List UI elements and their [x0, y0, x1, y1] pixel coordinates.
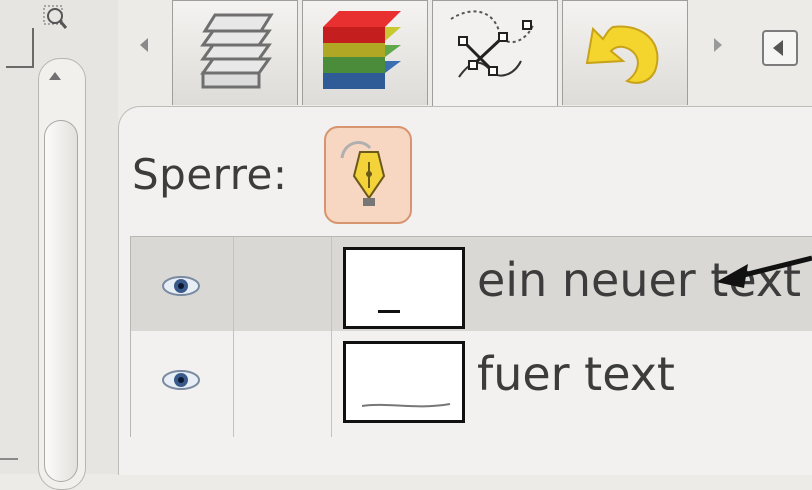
divider [0, 458, 18, 476]
paths-icon [450, 10, 534, 78]
tab-paths[interactable] [432, 0, 558, 111]
pen-nib-icon [340, 141, 386, 206]
path-thumbnail [343, 247, 465, 329]
rgb-channels-icon [323, 11, 401, 89]
column-divider [233, 237, 234, 437]
tab-menu-button[interactable] [762, 30, 798, 66]
tab-scroll-left-icon[interactable] [140, 38, 148, 52]
eye-visibility-icon[interactable] [161, 275, 201, 297]
tab-undo-history[interactable] [562, 0, 688, 105]
column-divider [331, 237, 332, 437]
tab-layers[interactable] [172, 0, 298, 105]
path-name[interactable]: fuer text [477, 347, 675, 401]
paths-list: ein neuer text fuer text [130, 236, 812, 437]
lock-label: Sperre: [132, 150, 288, 199]
dock-tab-bar [120, 0, 812, 111]
corner-bracket-icon [6, 28, 34, 68]
left-panel-strip [0, 0, 118, 490]
path-name[interactable]: ein neuer text [477, 253, 801, 307]
tab-channels[interactable] [302, 0, 428, 105]
scrollbar-thumb[interactable] [44, 120, 78, 482]
eye-visibility-icon[interactable] [161, 369, 201, 391]
zoom-fit-icon[interactable] [42, 4, 68, 34]
vertical-scrollbar[interactable] [38, 58, 86, 490]
path-thumbnail [343, 341, 465, 423]
lock-strokes-toggle[interactable] [324, 126, 412, 224]
layers-stack-icon [200, 13, 274, 89]
scroll-up-arrow-icon[interactable] [49, 72, 61, 80]
tab-scroll-right-icon[interactable] [714, 38, 722, 52]
undo-icon [585, 25, 659, 84]
